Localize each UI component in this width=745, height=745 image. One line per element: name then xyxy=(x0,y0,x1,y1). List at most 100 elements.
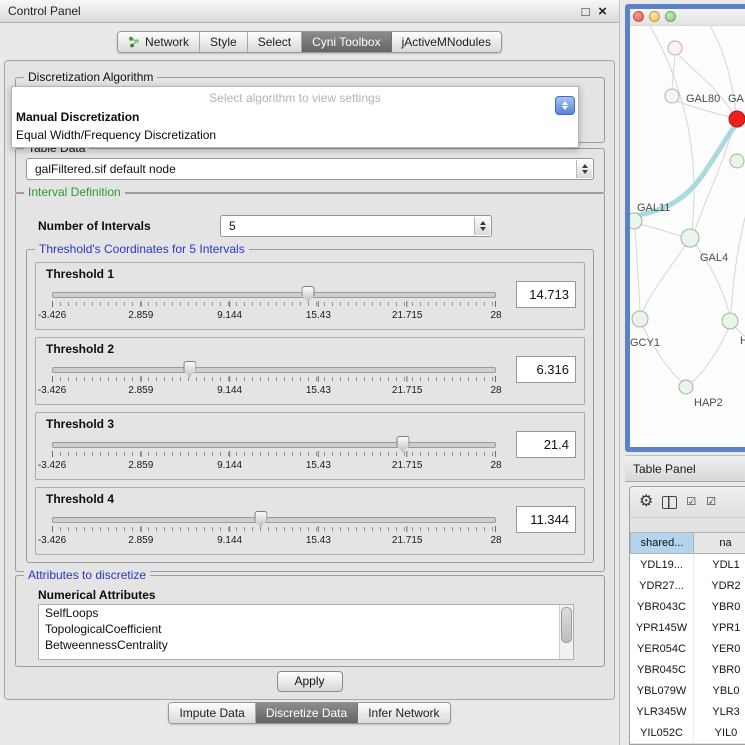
slider-thumb[interactable] xyxy=(254,511,267,527)
threshold-value-field[interactable]: 21.4 xyxy=(516,431,576,458)
tab-impute-data[interactable]: Impute Data xyxy=(169,703,255,723)
slider-major-ticks-icon xyxy=(52,526,496,532)
network-edge xyxy=(635,229,640,311)
column-header[interactable]: shared... xyxy=(630,532,694,554)
window-controls xyxy=(633,11,676,22)
scale-label: 9.144 xyxy=(217,535,242,546)
slider-thumb[interactable] xyxy=(183,361,196,377)
tab-label: Infer Network xyxy=(368,706,439,720)
network-node[interactable] xyxy=(730,154,744,168)
tab-discretize-data[interactable]: Discretize Data xyxy=(256,703,358,723)
arrow-down-icon xyxy=(562,106,568,110)
table-row[interactable]: YIL052CYIL0 xyxy=(630,722,745,743)
list-item[interactable]: BetweennessCentrality xyxy=(39,637,573,653)
network-node[interactable] xyxy=(665,89,679,103)
close-traffic-icon[interactable] xyxy=(633,11,644,22)
network-canvas[interactable]: GAL80GAGAL11GAL4GCY1HHAP2 xyxy=(630,26,745,450)
float-button[interactable]: □ xyxy=(577,4,594,19)
table-row[interactable]: YBR043CYBR0 xyxy=(630,596,745,617)
table-row[interactable]: YPR145WYPR1 xyxy=(630,617,745,638)
slider[interactable]: -3.4262.8599.14415.4321.71528 xyxy=(52,358,496,402)
close-button[interactable]: × xyxy=(594,3,611,20)
number-of-intervals-select[interactable]: 5 xyxy=(220,215,492,237)
slider[interactable]: -3.4262.8599.14415.4321.71528 xyxy=(52,433,496,477)
network-node[interactable] xyxy=(632,311,648,327)
title-bar: Control Panel □ × xyxy=(0,0,619,23)
table-cell: YBR0 xyxy=(694,596,745,617)
threshold-value-field[interactable]: 14.713 xyxy=(516,281,576,308)
table-cell: YLR345W xyxy=(630,701,694,722)
threshold-slider-area: -3.4262.8599.14415.4321.71528 xyxy=(42,508,506,552)
select-rows-icon[interactable]: ☑ xyxy=(706,497,717,508)
scrollbar-thumb[interactable] xyxy=(561,607,572,643)
gear-icon[interactable]: ⚙ xyxy=(639,494,653,510)
network-node-label: GAL4 xyxy=(700,252,728,264)
table-row[interactable]: YER054CYER0 xyxy=(630,638,745,659)
minimize-traffic-icon[interactable] xyxy=(649,11,660,22)
threshold-value-field[interactable]: 6.316 xyxy=(516,356,576,383)
columns-icon[interactable] xyxy=(662,496,677,509)
network-node-label: GAL11 xyxy=(637,202,670,214)
network-edge xyxy=(692,329,728,382)
tab-infer-network[interactable]: Infer Network xyxy=(358,703,449,723)
apply-button[interactable]: Apply xyxy=(277,671,343,692)
network-node[interactable] xyxy=(722,313,738,329)
threshold-value-field[interactable]: 11.344 xyxy=(516,506,576,533)
slider-track[interactable] xyxy=(52,442,496,448)
network-node[interactable] xyxy=(729,111,745,127)
tab-network[interactable]: Network xyxy=(118,32,200,52)
table-row[interactable]: YDR27...YDR2 xyxy=(630,575,745,596)
table-row[interactable]: YBR045CYBR0 xyxy=(630,659,745,680)
arrow-up-icon xyxy=(562,101,568,105)
top-tab-bar: NetworkStyleSelectCyni ToolboxjActiveMNo… xyxy=(0,31,619,53)
table-cell: YIL0 xyxy=(694,722,745,743)
network-window: GAL80GAGAL11GAL4GCY1HHAP2 xyxy=(625,4,745,452)
bottom-tab-bar: Impute DataDiscretize Data Infer Network xyxy=(0,702,619,724)
dropdown-options: Manual DiscretizationEqual Width/Frequen… xyxy=(12,108,578,144)
network-node[interactable] xyxy=(681,229,699,247)
tab-jactivemnodules[interactable]: jActiveMNodules xyxy=(392,32,501,52)
algorithm-option[interactable]: Equal Width/Frequency Discretization xyxy=(12,126,578,144)
zoom-traffic-icon[interactable] xyxy=(665,11,676,22)
group-title: Threshold's Coordinates for 5 Intervals xyxy=(35,242,249,256)
list-item[interactable]: TopologicalCoefficient xyxy=(39,621,573,637)
tab-select[interactable]: Select xyxy=(248,32,302,52)
scale-label: 28 xyxy=(490,310,501,321)
network-node[interactable] xyxy=(630,213,642,229)
slider[interactable]: -3.4262.8599.14415.4321.71528 xyxy=(52,283,496,327)
threshold-panel: Threshold 4-3.4262.8599.14415.4321.71528… xyxy=(35,487,585,555)
select-columns-icon[interactable]: ☑ xyxy=(686,497,697,508)
slider-scale: -3.4262.8599.14415.4321.71528 xyxy=(52,535,496,547)
algorithm-option[interactable]: Manual Discretization xyxy=(12,108,578,126)
network-node-label: GAL80 xyxy=(686,93,720,105)
group-title: Discretization Algorithm xyxy=(24,70,157,84)
slider-track[interactable] xyxy=(52,517,496,523)
table-row[interactable]: YBL079WYBL0 xyxy=(630,680,745,701)
scale-label: -3.426 xyxy=(38,535,66,546)
list-item[interactable]: SelfLoops xyxy=(39,605,573,621)
scrollbar[interactable] xyxy=(559,605,573,659)
slider-track[interactable] xyxy=(52,367,496,373)
slider-thumb[interactable] xyxy=(302,286,315,302)
table-cell: YDL1 xyxy=(694,554,745,575)
table-data-value: galFiltered.sif default node xyxy=(35,162,176,176)
slider-track[interactable] xyxy=(52,292,496,298)
scale-label: 2.859 xyxy=(128,385,153,396)
scale-label: 21.715 xyxy=(392,310,423,321)
slider-thumb[interactable] xyxy=(396,436,409,452)
combo-stepper-icon[interactable] xyxy=(555,96,575,115)
threshold-label: Threshold 1 xyxy=(46,267,114,281)
network-node[interactable] xyxy=(668,41,682,55)
scale-label: 28 xyxy=(490,385,501,396)
network-node-label: GCY1 xyxy=(630,337,660,349)
table-row[interactable]: YDL19...YDL1 xyxy=(630,554,745,575)
table-row[interactable]: YLR345WYLR3 xyxy=(630,701,745,722)
slider[interactable]: -3.4262.8599.14415.4321.71528 xyxy=(52,508,496,552)
table-data-select[interactable]: galFiltered.sif default node xyxy=(26,158,594,180)
attributes-group: Attributes to discretize Numerical Attri… xyxy=(15,575,605,667)
column-header[interactable]: na xyxy=(694,532,745,554)
tab-cyni-toolbox[interactable]: Cyni Toolbox xyxy=(302,32,391,52)
threshold-slider-area: -3.4262.8599.14415.4321.71528 xyxy=(42,433,506,477)
network-node[interactable] xyxy=(679,380,693,394)
tab-style[interactable]: Style xyxy=(200,32,248,52)
